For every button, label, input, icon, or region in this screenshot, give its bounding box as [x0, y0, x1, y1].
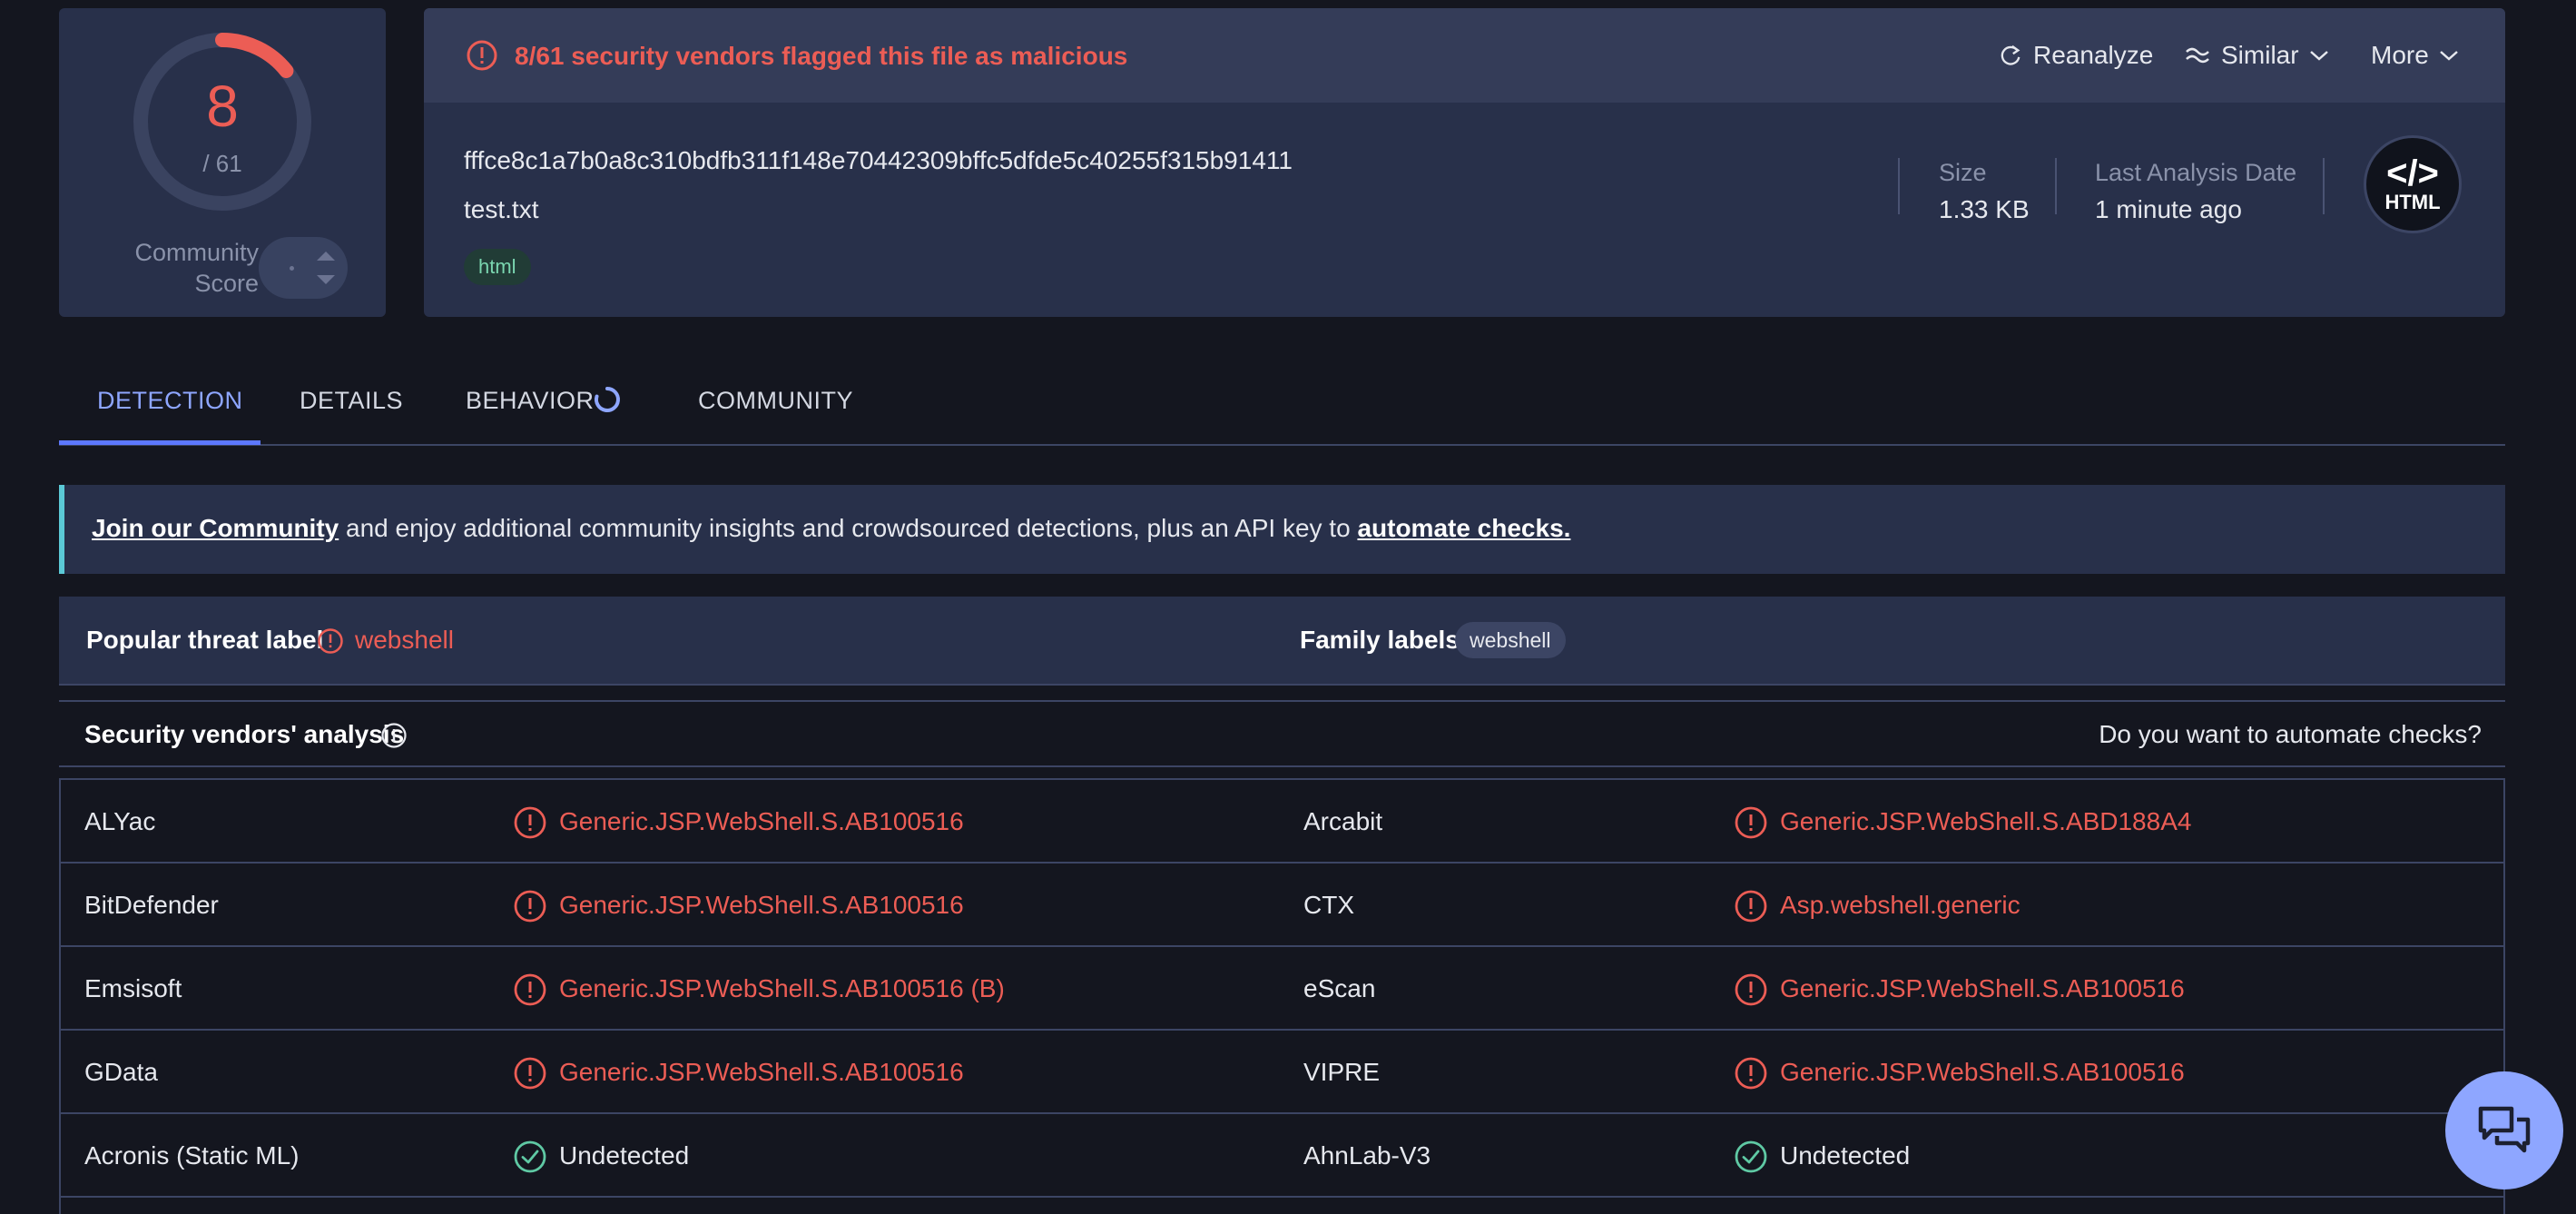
- active-tab-indicator: [59, 440, 261, 445]
- undetected-result: Undetected: [1780, 1141, 1911, 1170]
- chat-icon: [2478, 1106, 2531, 1153]
- similar-label: Similar: [2221, 41, 2299, 69]
- malicious-alert-text: 8/61 security vendors flagged this file …: [515, 42, 1128, 70]
- join-community-link[interactable]: Join our Community: [92, 514, 339, 542]
- automate-checks-link[interactable]: Do you want to automate checks?: [2099, 720, 2482, 749]
- vendor-table-row: BitDefender Generic.JSP.WebShell.S.AB1005…: [61, 864, 2503, 947]
- vendor-name: GData: [84, 1058, 158, 1086]
- more-dropdown[interactable]: More: [2371, 39, 2460, 72]
- vote-down-icon[interactable]: [317, 275, 335, 284]
- meta-divider: [2323, 158, 2325, 214]
- size-label: Size: [1939, 159, 1987, 186]
- vendor-table-row: Acronis (Static ML) Undetected AhnLab-V3 Un…: [61, 1114, 2503, 1198]
- vendor-name: AhnLab-V3: [1303, 1141, 1431, 1170]
- size-value: 1.33 KB: [1939, 195, 2030, 223]
- total-engines: / 61: [202, 150, 242, 177]
- html-file-type-icon: </> HTML: [2364, 135, 2462, 233]
- reanalyze-button[interactable]: Reanalyze: [1999, 39, 2153, 72]
- file-type-tag[interactable]: html: [464, 249, 531, 285]
- vendor-name: Arcabit: [1303, 807, 1383, 835]
- tab-behavior[interactable]: BEHAVIOR: [466, 387, 595, 415]
- summary-header: 8/61 security vendors flagged this file …: [424, 8, 2505, 103]
- alert-icon: [318, 628, 343, 654]
- chat-button[interactable]: [2445, 1071, 2563, 1189]
- popular-threat-title: Popular threat label: [86, 626, 324, 654]
- undetected-check-icon: [514, 1140, 546, 1173]
- threat-labels-row: Popular threat label webshell Family lab…: [59, 597, 2505, 686]
- file-name: test.txt: [464, 195, 539, 223]
- vendor-name: Emsisoft: [84, 974, 182, 1002]
- file-type-label: HTML: [2384, 191, 2441, 213]
- popular-threat-value[interactable]: webshell: [355, 626, 454, 655]
- family-label-tag[interactable]: webshell: [1455, 622, 1566, 658]
- vendor-table-row: Emsisoft Generic.JSP.WebShell.S.AB100516 …: [61, 947, 2503, 1031]
- reanalyze-label: Reanalyze: [2033, 41, 2154, 69]
- file-summary-panel: 8/61 security vendors flagged this file …: [424, 8, 2505, 317]
- vendor-name: eScan: [1303, 974, 1376, 1002]
- detection-result[interactable]: Generic.JSP.WebShell.S.AB100516: [559, 1058, 964, 1087]
- detection-result[interactable]: Generic.JSP.WebShell.S.AB100516: [559, 891, 964, 920]
- vendor-name: ALYac: [84, 807, 156, 835]
- info-icon[interactable]: [380, 722, 408, 749]
- malicious-alert-icon: [514, 973, 546, 1006]
- family-labels-title: Family labels: [1300, 626, 1460, 654]
- more-label: More: [2371, 41, 2429, 69]
- vendors-analysis-header: Security vendors' analysis Do you want t…: [59, 700, 2505, 767]
- chevron-down-icon: [2309, 51, 2328, 61]
- detection-result[interactable]: Asp.webshell.generic: [1780, 891, 2020, 920]
- detection-result[interactable]: Generic.JSP.WebShell.S.AB100516: [1780, 1058, 2185, 1087]
- tab-details[interactable]: DETAILS: [300, 387, 403, 415]
- similar-dropdown[interactable]: Similar: [2185, 39, 2330, 72]
- chevron-down-icon: [2439, 51, 2458, 61]
- community-banner: Join our Community and enjoy additional …: [59, 485, 2505, 574]
- tabs-divider: [59, 444, 2505, 446]
- vendor-name: Acronis (Static ML): [84, 1141, 300, 1170]
- community-score-vote[interactable]: [259, 237, 348, 299]
- code-icon: </>: [2386, 153, 2439, 193]
- undetected-result: Undetected: [559, 1141, 690, 1170]
- vendor-name: VIPRE: [1303, 1058, 1381, 1086]
- meta-divider: [2055, 158, 2057, 214]
- vendor-table-row: ALYac Generic.JSP.WebShell.S.AB100516 Arca…: [61, 780, 2503, 864]
- detection-result[interactable]: Generic.JSP.WebShell.S.ABD188A4: [1780, 807, 2191, 836]
- malicious-alert-icon: [1735, 973, 1767, 1006]
- vendors-table: ALYac Generic.JSP.WebShell.S.AB100516 Arca…: [59, 778, 2505, 1214]
- similar-icon: [2186, 47, 2209, 64]
- vendor-name: CTX: [1303, 891, 1354, 919]
- meta-divider: [1898, 158, 1900, 214]
- last-analysis-value: 1 minute ago: [2095, 195, 2242, 223]
- score-dot-icon: [290, 266, 294, 271]
- malicious-alert-icon: [1735, 806, 1767, 839]
- detection-result[interactable]: Generic.JSP.WebShell.S.AB100516: [559, 807, 964, 836]
- tab-detection[interactable]: DETECTION: [97, 387, 243, 415]
- malicious-alert-icon: [514, 1057, 546, 1090]
- malicious-alert-icon: [514, 890, 546, 923]
- detection-score-card: 8 / 61 Community Score: [59, 8, 386, 317]
- vendor-name: BitDefender: [84, 891, 219, 919]
- loading-spinner-icon: [595, 387, 620, 412]
- community-score-label: Community Score: [134, 239, 259, 297]
- vendor-table-row: GData Generic.JSP.WebShell.S.AB100516 VIPR…: [61, 1031, 2503, 1114]
- undetected-check-icon: [1735, 1140, 1767, 1173]
- malicious-alert-icon: [514, 806, 546, 839]
- detections-count: 8: [206, 74, 239, 139]
- detection-result[interactable]: Generic.JSP.WebShell.S.AB100516 (B): [559, 974, 1005, 1003]
- malicious-alert-icon: [1735, 890, 1767, 923]
- refresh-icon: [2001, 44, 2020, 65]
- last-analysis-label: Last Analysis Date: [2095, 159, 2297, 186]
- file-hash[interactable]: fffce8c1a7b0a8c310bdfb311f148e70442309bf…: [464, 146, 1293, 175]
- banner-body: and enjoy additional community insights …: [339, 514, 1358, 542]
- vote-up-icon[interactable]: [317, 252, 335, 261]
- alert-icon: [467, 40, 497, 71]
- malicious-alert-icon: [1735, 1057, 1767, 1090]
- tab-community[interactable]: COMMUNITY: [698, 387, 853, 415]
- vendors-analysis-title: Security vendors' analysis: [84, 720, 405, 748]
- banner-text: Join our Community and enjoy additional …: [92, 514, 1570, 543]
- detection-result[interactable]: Generic.JSP.WebShell.S.AB100516: [1780, 974, 2185, 1003]
- automate-checks-link[interactable]: automate checks.: [1357, 514, 1570, 542]
